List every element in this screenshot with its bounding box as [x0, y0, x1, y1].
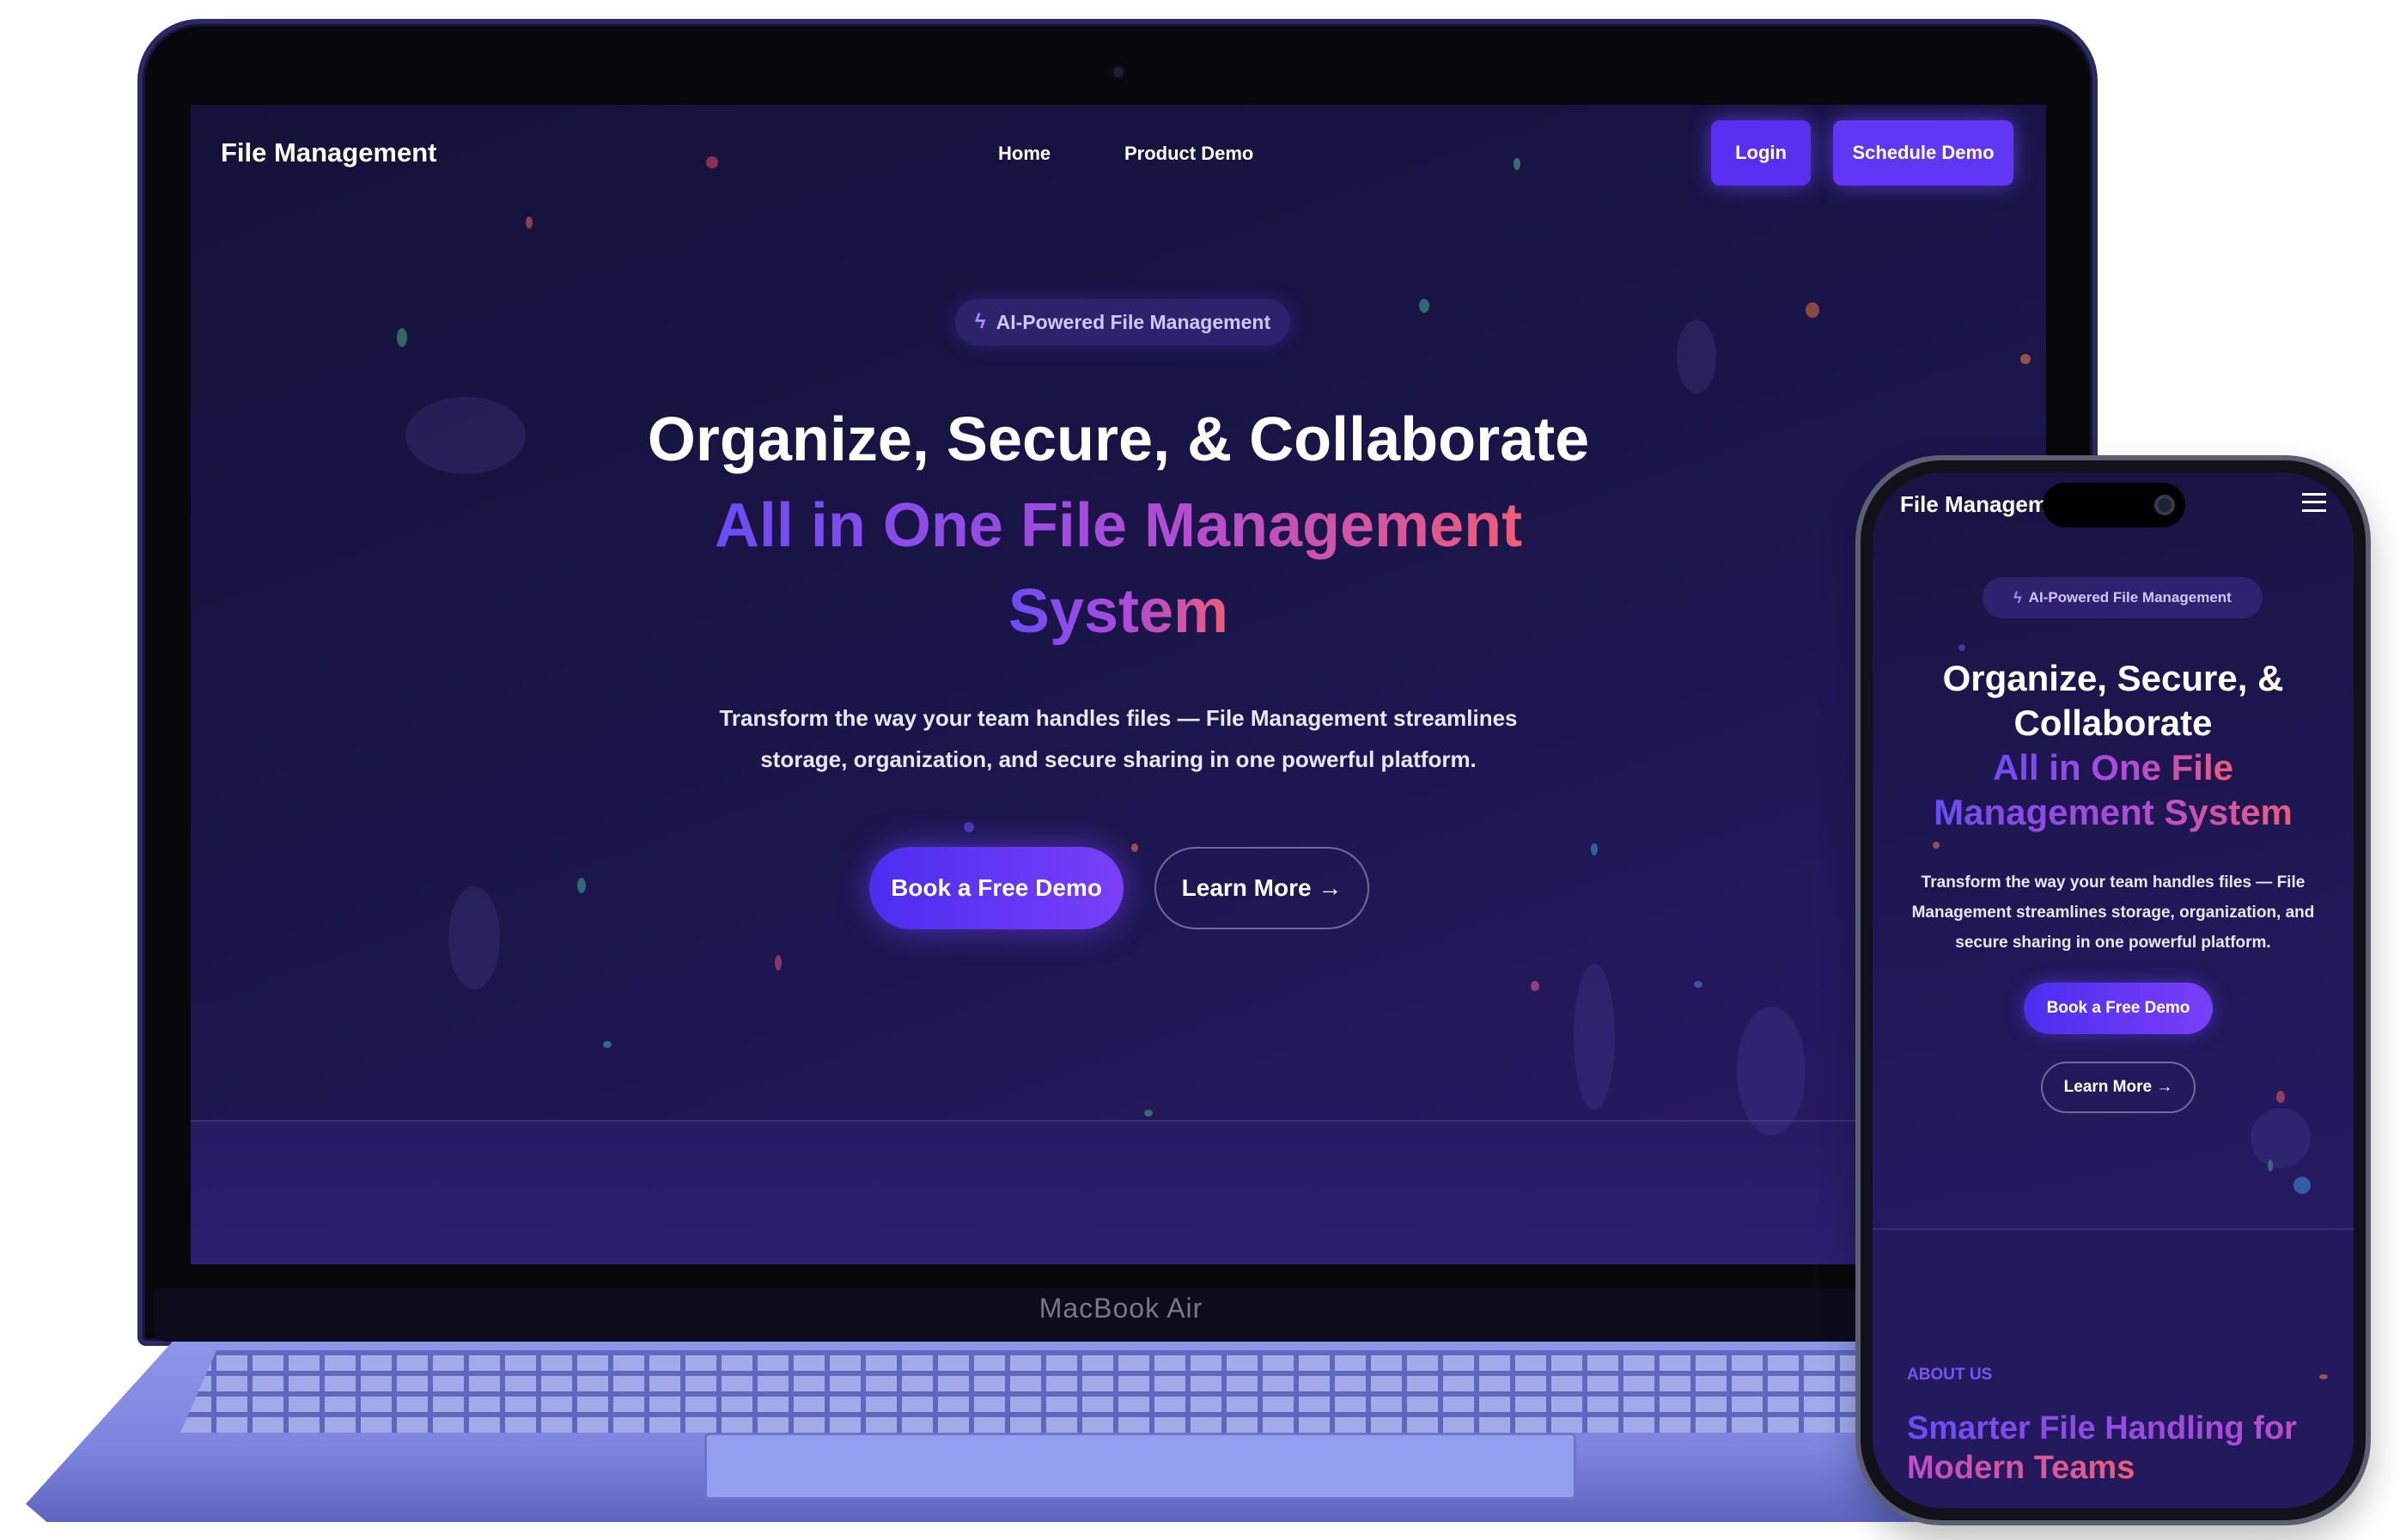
hero-subtitle: Transform the way your team handles file…	[719, 705, 1518, 772]
particle	[603, 1041, 612, 1048]
phone-screen: File Management ϟ AI-Powered File Manage…	[1873, 472, 2354, 1508]
decorative-blob	[448, 886, 500, 989]
phone-hero-subtitle: Transform the way your team handles file…	[1911, 873, 2315, 952]
phone-book-demo-button[interactable]: Book a Free Demo	[2024, 983, 2213, 1034]
phone-learn-more-button[interactable]: Learn More →	[2041, 1062, 2196, 1113]
particle	[1144, 1110, 1153, 1117]
phone-headline-line2: Collaborate	[2013, 703, 2213, 743]
lightning-bolt-icon: ϟ	[974, 310, 986, 333]
decorative-blob	[1737, 1007, 1806, 1135]
about-heading: Smarter File Handling for Modern Teams	[1907, 1409, 2336, 1488]
phone-ai-badge: ϟ AI-Powered File Management	[1983, 577, 2263, 618]
phone-headline-line1: Organize, Secure, &	[1942, 658, 2284, 698]
schedule-demo-button[interactable]: Schedule Demo	[1833, 120, 2013, 186]
front-camera-icon	[2154, 495, 2175, 515]
ai-badge-label: AI-Powered File Management	[996, 310, 1271, 333]
particle	[2293, 1177, 2311, 1194]
hero-headline-line2: All in One File Management	[191, 483, 2046, 569]
learn-more-button[interactable]: Learn More →	[1154, 847, 1369, 929]
hamburger-icon[interactable]	[2302, 493, 2326, 512]
phone-headline-gradient-text: All in One File	[1992, 747, 2234, 788]
decorative-blob	[1574, 964, 1615, 1110]
particle	[1694, 981, 1702, 988]
about-us-label: ABOUT US	[1907, 1366, 1993, 1384]
nav-link-home[interactable]: Home	[998, 143, 1051, 165]
particle	[577, 878, 586, 893]
hero-headline-gradient-text: All in One File Management	[714, 491, 1523, 560]
particle	[2020, 354, 2031, 364]
book-demo-button[interactable]: Book a Free Demo	[869, 847, 1124, 929]
particle	[775, 955, 782, 971]
particle	[526, 216, 533, 228]
decorative-blob	[1677, 320, 1716, 393]
hero-headline-line1: Organize, Secure, & Collaborate	[647, 405, 1590, 474]
hero-headline-gradient-text: System	[1008, 577, 1229, 646]
particle	[1958, 644, 1965, 651]
phone-headline-gradient-text: Management System	[1934, 792, 2293, 832]
hero-headline-line3: System	[191, 569, 2046, 654]
website-hero: File Management Home Product Demo Login …	[191, 105, 2046, 1264]
phone-ai-badge-label: AI-Powered File Management	[2028, 589, 2232, 606]
lightning-bolt-icon: ϟ	[2013, 588, 2022, 606]
webcam-icon	[1111, 64, 1126, 80]
ai-badge: ϟ AI-Powered File Management	[955, 299, 1290, 345]
particle	[1531, 981, 1539, 991]
particle	[1806, 302, 1819, 318]
particle	[706, 156, 718, 168]
about-heading-gradient-text: Smarter File Handling for Modern Teams	[1907, 1410, 2297, 1486]
decorative-blob	[2251, 1108, 2311, 1168]
phone-headline-line4: Management System	[1873, 790, 2354, 835]
particle	[2276, 1091, 2285, 1103]
laptop-trackpad	[704, 1433, 1576, 1500]
login-button[interactable]: Login	[1711, 120, 1811, 186]
nav-link-product-demo[interactable]: Product Demo	[1124, 143, 1253, 165]
particle	[1591, 843, 1598, 855]
particle	[1419, 299, 1429, 313]
phone-headline-line3: All in One File	[1873, 746, 2354, 790]
particle	[1131, 843, 1138, 852]
particle	[397, 328, 407, 347]
particle	[964, 822, 974, 832]
site-logo[interactable]: File Management	[221, 137, 437, 168]
particle	[1514, 158, 1520, 170]
particle	[2319, 1374, 2328, 1379]
particle	[1933, 842, 1940, 849]
laptop-keyboard	[180, 1350, 1984, 1433]
laptop-screen: File Management Home Product Demo Login …	[191, 105, 2046, 1264]
